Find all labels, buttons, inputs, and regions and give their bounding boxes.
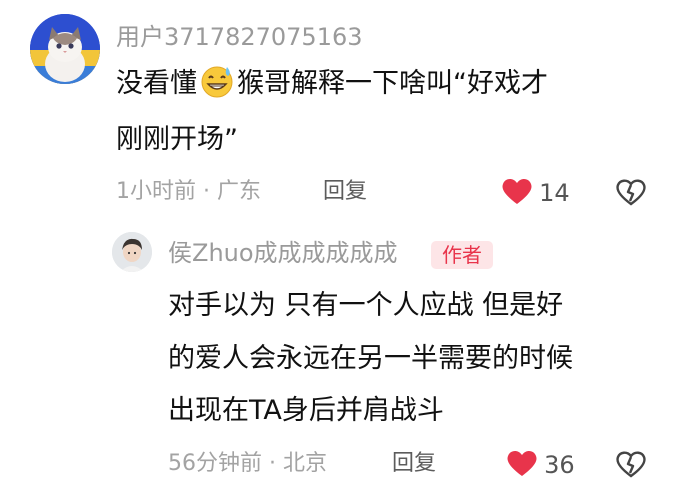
- comment-like-button[interactable]: 14: [500, 176, 570, 210]
- grinning-sweat-icon: [199, 64, 235, 108]
- reply-like-button[interactable]: 36: [505, 448, 575, 482]
- comment-like-count: 14: [539, 179, 570, 207]
- reply-time-location: 56分钟前 · 北京: [168, 451, 327, 476]
- reply-text-line-2: 的爱人会永远在另一半需要的时候: [168, 343, 573, 374]
- author-username[interactable]: 侯Zhuo成成成成成成: [168, 238, 398, 268]
- reply-dislike-button[interactable]: [614, 449, 648, 483]
- broken-heart-icon: [614, 451, 648, 483]
- heart-icon: [505, 448, 539, 482]
- comment-reply-button[interactable]: 回复: [323, 178, 367, 206]
- commenter-avatar[interactable]: [30, 14, 100, 84]
- author-avatar[interactable]: [112, 232, 152, 272]
- author-badge: 作者: [431, 241, 493, 269]
- reply-text-line-1: 对手以为 只有一个人应战 但是好: [168, 290, 564, 321]
- comment-dislike-button[interactable]: [614, 177, 648, 211]
- heart-icon: [500, 176, 534, 210]
- comment-text-part-2: 猴哥解释一下啥叫“好戏才: [237, 68, 548, 99]
- reply-text-line-3: 出现在TA身后并肩战斗: [168, 395, 444, 426]
- broken-heart-icon: [614, 179, 648, 211]
- commenter-username[interactable]: 用户3717827075163: [116, 22, 363, 52]
- comment-text-line-2: 刚刚开场”: [116, 124, 238, 155]
- reply-like-count: 36: [544, 451, 575, 479]
- comment-text-part-1: 没看懂: [116, 68, 197, 99]
- reply-reply-button[interactable]: 回复: [392, 450, 436, 478]
- comment-text-line-1: 没看懂 猴哥解释一下啥叫“好戏才: [116, 64, 548, 108]
- comment-time-location: 1小时前 · 广东: [116, 179, 261, 204]
